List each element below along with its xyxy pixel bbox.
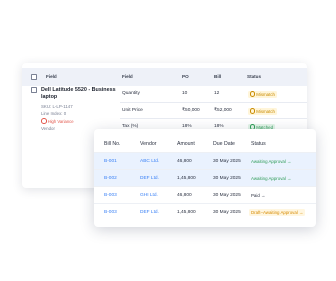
bill-due-date: 30 May 2025	[213, 193, 241, 198]
status-text: Mismatch	[256, 92, 275, 97]
bill-number-link[interactable]: B-003	[104, 193, 117, 198]
header-bill-no: Bill No.	[104, 141, 121, 147]
status-text: Mismatch	[256, 109, 275, 114]
vendor-label: Vendor	[41, 126, 55, 131]
bill-row[interactable]: B-003 DEF Ltd. 1,45,800 30 May 2025 Draf…	[94, 203, 316, 221]
header-status: Status	[251, 141, 266, 147]
bill-status[interactable]: Draft–Awaiting Approval →	[249, 209, 306, 216]
row-po: ₹50,000	[182, 108, 200, 113]
bill-status[interactable]: Paid →	[251, 193, 265, 198]
bill-due-date: 30 May 2025	[213, 210, 241, 215]
header-status: Status	[247, 74, 262, 79]
bill-amount: 46,800	[177, 159, 192, 164]
variance-label: High Variance	[47, 118, 74, 124]
bill-row[interactable]: B-003 GHI Ltd. 46,800 30 May 2025 Paid →	[94, 186, 316, 204]
header-field: Field	[122, 74, 133, 79]
bill-number-link[interactable]: B-002	[104, 176, 117, 181]
row-bill: 12	[214, 91, 220, 96]
header-field-left: Field	[46, 74, 57, 79]
bill-number-link[interactable]: B-001	[104, 159, 117, 164]
warning-icon	[250, 91, 256, 97]
bill-amount: 46,800	[177, 193, 192, 198]
product-sku: SKU: L-LP-1147	[41, 104, 73, 109]
vendor-link[interactable]: ABC Ltd.	[140, 159, 159, 164]
bill-amount: 1,45,800	[177, 210, 196, 215]
bill-number-link[interactable]: B-003	[104, 210, 117, 215]
bill-row[interactable]: B-001 ABC Ltd. 46,800 30 May 2025 Awaiti…	[94, 152, 316, 170]
bill-status[interactable]: Awaiting Approval →	[251, 159, 291, 164]
product-name: Dell Latitude 5520 - Business laptop	[41, 87, 116, 100]
high-variance-badge: High Variance	[41, 118, 74, 124]
bill-row[interactable]: B-002 DEF Ltd. 1,45,800 30 May 2025 Awai…	[94, 169, 316, 187]
row-field: Quantity	[122, 91, 140, 96]
item-checkbox[interactable]	[31, 87, 37, 93]
comparison-row-quantity: Quantity 10 12 Mismatch	[120, 86, 307, 102]
header-bill: Bill	[214, 74, 222, 79]
header-po: PO	[182, 74, 189, 79]
row-field: Unit Price	[122, 108, 143, 113]
status-badge-mismatch: Mismatch	[248, 108, 277, 115]
comparison-row-unit-price: Unit Price ₹50,000 ₹52,000 Mismatch	[120, 102, 307, 119]
bill-amount: 1,45,800	[177, 176, 196, 181]
bill-status[interactable]: Awaiting Approval →	[251, 176, 291, 181]
header-amount: Amount	[177, 141, 195, 147]
bills-list-card: Bill No. Vendor Amount Due Date Status B…	[94, 129, 316, 227]
row-po: 10	[182, 91, 188, 96]
vendor-link[interactable]: DEF Ltd.	[140, 176, 159, 181]
row-bill: ₹52,000	[214, 108, 232, 113]
header-due-date: Due Date	[213, 141, 235, 147]
header-vendor: Vendor	[140, 141, 157, 147]
bill-due-date: 30 May 2025	[213, 176, 241, 181]
alert-icon	[41, 118, 47, 124]
vendor-link[interactable]: DEF Ltd.	[140, 210, 159, 215]
bill-due-date: 30 May 2025	[213, 159, 241, 164]
vendor-link[interactable]: GHI Ltd.	[140, 193, 158, 198]
comparison-table-header: Field Field PO Bill Status	[22, 68, 307, 86]
select-all-checkbox[interactable]	[31, 74, 37, 80]
warning-icon	[250, 108, 256, 114]
product-line-index: Line Index: 0	[41, 111, 67, 116]
status-badge-mismatch: Mismatch	[248, 91, 277, 98]
